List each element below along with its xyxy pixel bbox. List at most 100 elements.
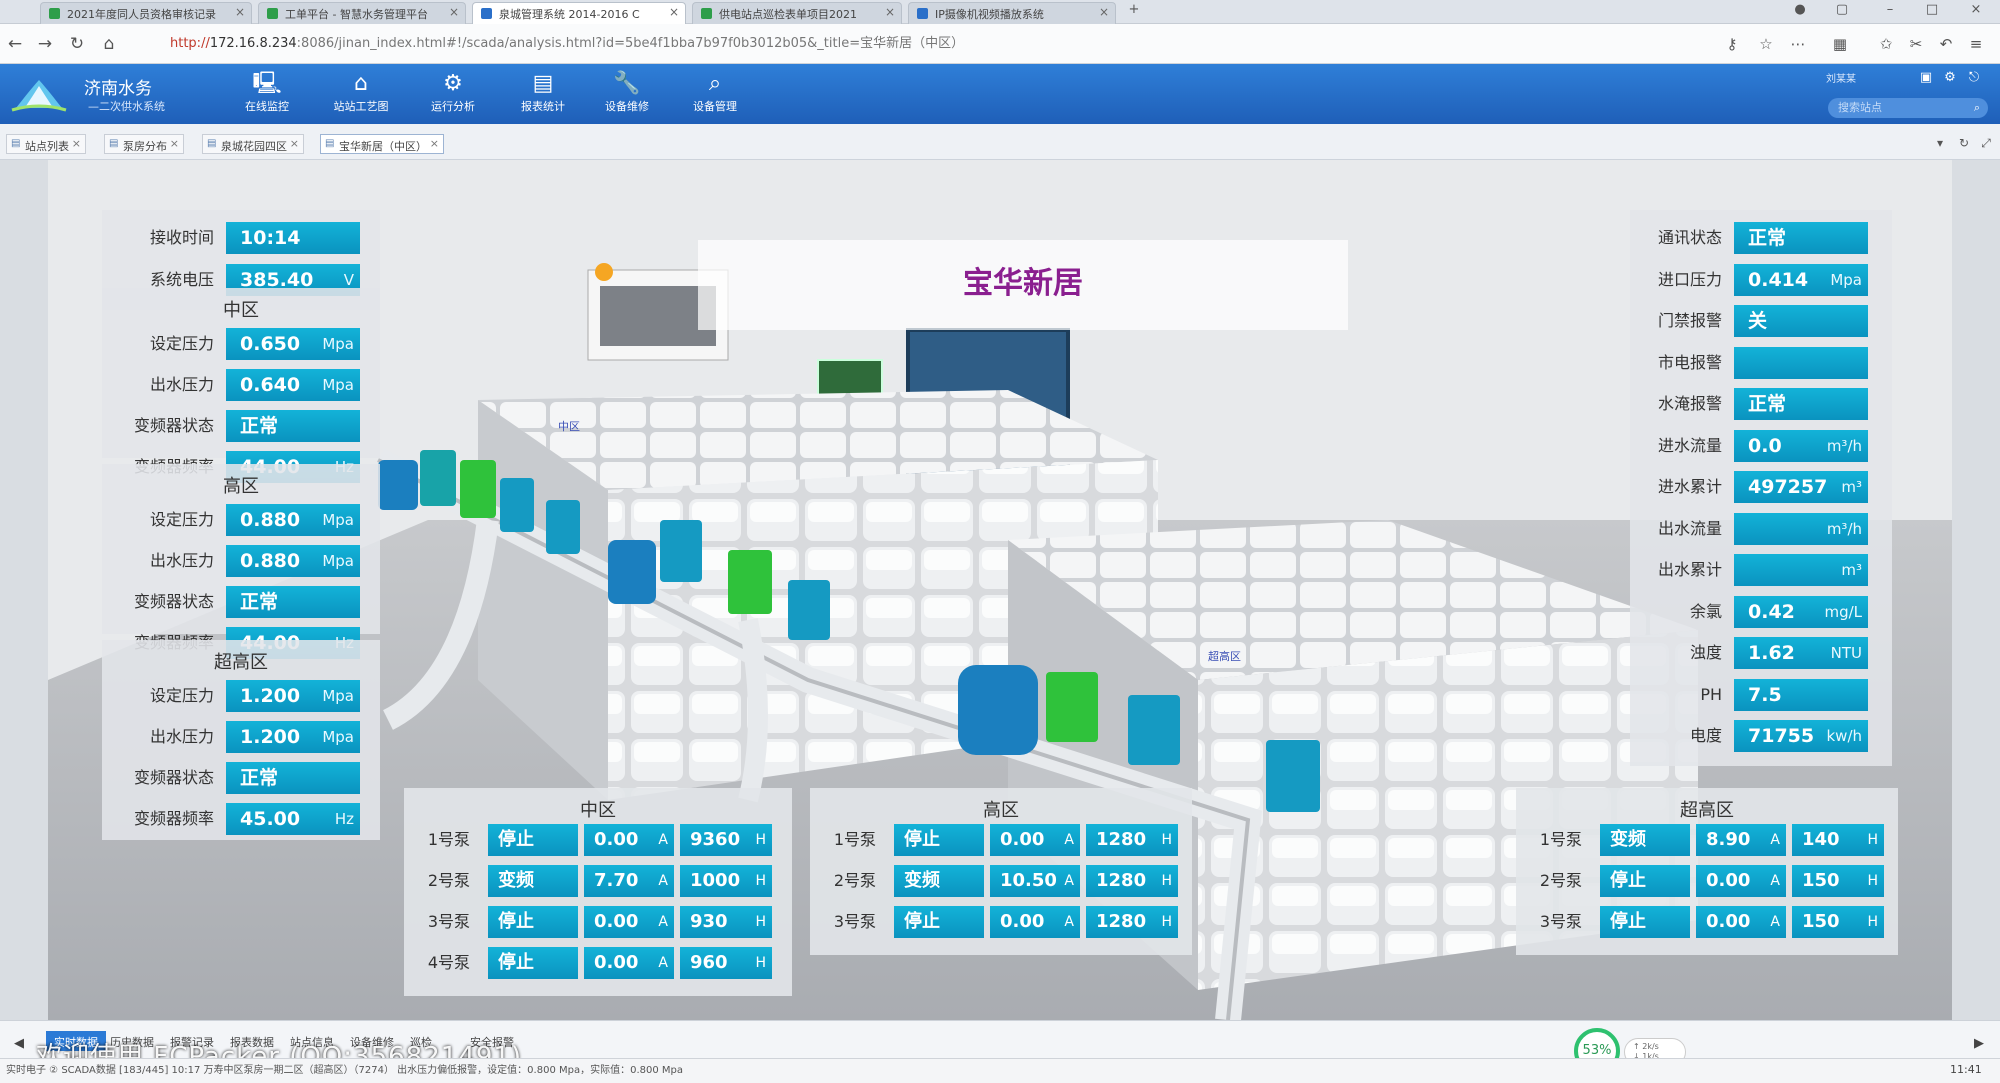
browser-tab[interactable]: IP摄像机视频播放系统 × xyxy=(908,2,1116,24)
current-text: 0.00 xyxy=(1000,829,1045,850)
maximize-icon[interactable]: □ xyxy=(1920,2,1944,22)
apps-icon[interactable]: ▦ xyxy=(1830,34,1850,54)
close-icon[interactable]: × xyxy=(290,137,299,150)
zone-row: 出水压力 0.880 Mpa xyxy=(102,545,380,577)
tank-label-mid: 中区 xyxy=(558,420,580,433)
module-run-analysis[interactable]: ⚙ 运行分析 xyxy=(414,70,492,122)
module-maintenance[interactable]: 🔧 设备维修 xyxy=(588,70,666,122)
pump-hours: 1000 H xyxy=(680,865,772,897)
receive-time-row: 接收时间 10:14 xyxy=(102,222,380,254)
zone-row: 设定压力 1.200 Mpa xyxy=(102,680,380,712)
search-icon[interactable]: ⌕ xyxy=(1974,98,1980,118)
page-tab[interactable]: ▤ 泵房分布 × xyxy=(104,134,184,154)
url-path: :8086/jinan_index.html#!/scada/analysis.… xyxy=(296,36,965,51)
zone-row: 变频器频率 45.00 Hz xyxy=(102,803,380,835)
pump-hours: 1280 H xyxy=(1086,824,1178,856)
hours-text: 930 xyxy=(690,911,728,932)
settings-icon[interactable]: ⚙ xyxy=(1942,70,1958,86)
close-icon[interactable]: × xyxy=(669,5,679,19)
scroll-right-icon[interactable]: ▶ xyxy=(1966,1033,1992,1053)
refresh-icon[interactable]: ↻ xyxy=(1956,136,1972,152)
browser-tab[interactable]: 2021年度同人员资格审核记录 × xyxy=(40,2,252,24)
forward-icon[interactable]: → xyxy=(34,33,56,55)
field-label: 通讯状态 xyxy=(1657,228,1722,247)
state-text: 变频 xyxy=(904,870,940,891)
home-nav-icon[interactable]: ⌂ xyxy=(98,33,120,55)
status-row: 浊度 1.62 NTU xyxy=(1630,637,1892,669)
search-input[interactable]: 搜索站点 ⌕ xyxy=(1828,98,1988,118)
field-value: 1.200 Mpa xyxy=(226,680,360,712)
wrench-icon: 🔧 xyxy=(613,71,641,96)
field-label: 进口压力 xyxy=(1657,269,1722,289)
dropdown-icon[interactable]: ▾ xyxy=(1932,136,1948,152)
close-icon[interactable]: × xyxy=(235,5,245,19)
browser-tab-label: 供电站点巡检表单项目2021 xyxy=(719,8,857,21)
module-process-diagram[interactable]: ⌂ 站站工艺图 xyxy=(322,70,400,122)
pump-name: 1号泵 xyxy=(833,830,876,849)
status-row: 进水累计 497257 m³ xyxy=(1630,471,1892,503)
unit-text: A xyxy=(1770,873,1780,889)
close-icon[interactable]: × xyxy=(1099,5,1109,19)
reload-icon[interactable]: ↻ xyxy=(66,33,88,55)
page-tab[interactable]: ▤ 泉城花园四区 × xyxy=(202,134,304,154)
undo-icon[interactable]: ↶ xyxy=(1936,34,1956,54)
value-text: 0.0 xyxy=(1748,434,1782,457)
pump-name: 2号泵 xyxy=(833,871,876,890)
pump-current: 0.00 A xyxy=(584,906,674,938)
hours-text: 140 xyxy=(1802,829,1840,850)
page-icon: ▤ xyxy=(207,138,217,149)
cut-icon[interactable]: ✂ xyxy=(1906,34,1926,54)
window-close-icon[interactable]: × xyxy=(1964,2,1988,22)
browser-tab[interactable]: 供电站点巡检表单项目2021 × xyxy=(692,2,902,24)
menu-icon[interactable]: ≡ xyxy=(1966,34,1986,54)
pump-current: 0.00 A xyxy=(1696,906,1786,938)
new-tab-icon[interactable]: + xyxy=(1122,2,1146,22)
star-icon[interactable]: ☆ xyxy=(1756,34,1776,54)
module-device-manage[interactable]: ⌕ 设备管理 xyxy=(676,70,754,122)
close-icon[interactable]: × xyxy=(170,137,179,150)
unit-text: NTU xyxy=(1830,644,1862,662)
close-icon[interactable]: × xyxy=(885,5,895,19)
account-icon[interactable]: ● xyxy=(1788,2,1812,22)
logout-icon[interactable]: ⎋ xyxy=(1966,70,1982,86)
zone-title: 高区 xyxy=(223,476,259,497)
sheet-icon xyxy=(267,8,278,19)
more-icon[interactable]: ⋯ xyxy=(1788,34,1808,54)
minimize-icon[interactable]: – xyxy=(1878,2,1902,22)
key-icon[interactable]: ⚷ xyxy=(1722,34,1742,54)
field-label: 出水压力 xyxy=(149,551,214,570)
url-field[interactable]: http://172.16.8.234:8086/jinan_index.htm… xyxy=(140,32,1700,56)
hours-text: 1280 xyxy=(1096,870,1147,891)
status-row: 出水流量 m³/h xyxy=(1630,512,1892,545)
current-text: 0.00 xyxy=(1000,911,1045,932)
fullscreen-icon[interactable]: ⤢ xyxy=(1978,136,1994,152)
unit-text: A xyxy=(658,914,668,930)
back-icon[interactable]: ← xyxy=(4,33,26,55)
field-value: 0.880 Mpa xyxy=(226,545,360,577)
page-tab[interactable]: ▤ 站点列表 × xyxy=(6,134,86,154)
scroll-left-icon[interactable]: ◀ xyxy=(6,1033,32,1053)
browser-tab[interactable]: 工单平台 - 智慧水务管理平台 × xyxy=(258,2,466,24)
status-row: 进水流量 0.0 m³/h xyxy=(1630,429,1892,462)
hours-text: 960 xyxy=(690,952,728,973)
close-icon[interactable]: × xyxy=(72,137,81,150)
zone-title: 中区 xyxy=(223,300,259,321)
close-icon[interactable]: × xyxy=(430,137,439,150)
unit-text: m³/h xyxy=(1826,519,1862,538)
pump-row: 1号泵 停止 0.00 A 1280 H xyxy=(810,824,1192,856)
favorites-icon[interactable]: ✩ xyxy=(1876,34,1896,54)
close-icon[interactable]: × xyxy=(449,5,459,19)
page-tab-active[interactable]: ▤ 宝华新居（中区） × xyxy=(320,134,444,154)
state-text: 变频 xyxy=(1610,829,1646,850)
browser-tab-active[interactable]: 泉城管理系统 2014-2016 C × xyxy=(472,2,686,24)
field-value: 1.62 NTU xyxy=(1734,637,1868,669)
module-report[interactable]: ▤ 报表统计 xyxy=(504,70,582,122)
user-label[interactable]: 刘某某 xyxy=(1826,70,1856,85)
restore-icon[interactable]: ▢ xyxy=(1830,2,1854,22)
calendar-icon[interactable]: ▣ xyxy=(1918,70,1934,86)
field-label: 余氯 xyxy=(1689,601,1722,621)
value-text: 1.200 xyxy=(240,726,301,748)
unit-text: H xyxy=(1867,832,1878,848)
unit-text: H xyxy=(755,914,766,930)
module-online-monitor[interactable]: 🖳 在线监控 xyxy=(228,70,306,122)
